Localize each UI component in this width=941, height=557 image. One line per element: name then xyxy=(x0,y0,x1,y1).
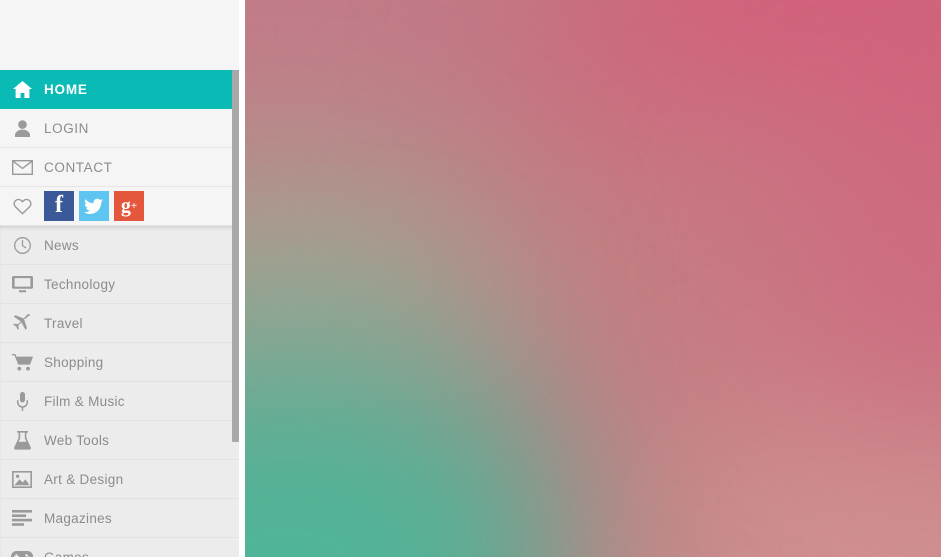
microphone-icon xyxy=(0,391,44,411)
sidebar-item-label: Art & Design xyxy=(44,471,124,487)
sidebar-item-label: Games xyxy=(44,549,90,557)
sidebar-item-label: Technology xyxy=(44,276,116,292)
sidebar-item-games[interactable]: Games xyxy=(0,538,239,557)
facebook-icon[interactable]: f xyxy=(44,191,74,221)
sidebar-item-web-tools[interactable]: Web Tools xyxy=(0,421,239,460)
sidebar-item-login[interactable]: Login xyxy=(0,109,239,148)
sidebar-item-film-music[interactable]: Film & Music xyxy=(0,382,239,421)
heart-icon xyxy=(0,198,44,215)
sidebar-item-travel[interactable]: Travel xyxy=(0,304,239,343)
user-icon xyxy=(0,119,44,137)
list-icon xyxy=(0,510,44,526)
sidebar-item-contact[interactable]: Contact xyxy=(0,148,239,187)
sidebar-primary-section: Home Login Contact xyxy=(0,70,245,226)
app-root: Home Login Contact xyxy=(0,0,941,557)
social-buttons: f g + xyxy=(44,191,144,221)
sidebar-item-label: Home xyxy=(44,81,88,97)
monitor-icon xyxy=(0,275,44,293)
image-icon xyxy=(0,470,44,488)
envelope-icon xyxy=(0,159,44,175)
sidebar-item-social[interactable]: f g + xyxy=(0,187,239,226)
sidebar-scrollbar[interactable] xyxy=(232,0,239,557)
sidebar-item-label: Contact xyxy=(44,159,113,175)
twitter-icon[interactable] xyxy=(79,191,109,221)
sidebar-item-home[interactable]: Home xyxy=(0,70,239,109)
sidebar-item-magazines[interactable]: Magazines xyxy=(0,499,239,538)
clock-icon xyxy=(0,236,44,254)
sidebar-item-label: Travel xyxy=(44,315,83,331)
gamepad-icon xyxy=(0,550,44,557)
sidebar-item-label: Magazines xyxy=(44,510,112,526)
airplane-icon xyxy=(0,314,44,332)
sidebar-header-spacer xyxy=(0,0,245,70)
sidebar-item-label: Login xyxy=(44,120,90,136)
sidebar-right-edge xyxy=(239,0,245,557)
sidebar-navigation: Home Login Contact xyxy=(0,0,245,557)
sidebar-item-news[interactable]: News xyxy=(0,226,239,265)
background-gradient xyxy=(245,0,941,557)
sidebar-item-label: Web Tools xyxy=(44,432,110,448)
cart-icon xyxy=(0,353,44,371)
gplus-glyph: g xyxy=(120,194,131,217)
sidebar-item-label: Shopping xyxy=(44,354,104,370)
home-icon xyxy=(0,80,44,98)
sidebar-item-technology[interactable]: Technology xyxy=(0,265,239,304)
sidebar-scrollbar-thumb[interactable] xyxy=(232,70,239,442)
flask-icon xyxy=(0,430,44,450)
sidebar-item-label: News xyxy=(44,237,79,253)
sidebar-secondary-section: News Technology Travel Shopping Film & M… xyxy=(0,226,245,557)
sidebar-item-label: Film & Music xyxy=(44,393,125,409)
google-plus-icon[interactable]: g + xyxy=(114,191,144,221)
sidebar-item-shopping[interactable]: Shopping xyxy=(0,343,239,382)
sidebar-item-art-design[interactable]: Art & Design xyxy=(0,460,239,499)
